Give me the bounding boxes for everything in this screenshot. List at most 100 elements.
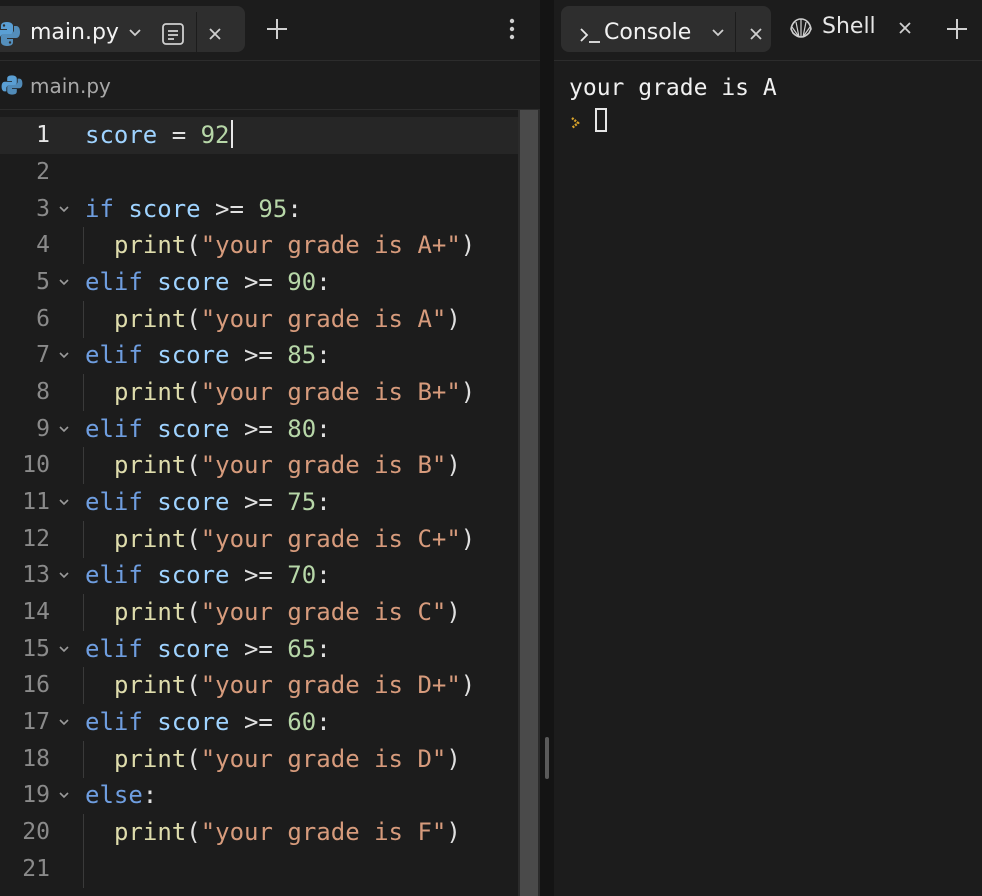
more-options-icon[interactable]: [500, 14, 524, 44]
token-paren: (: [186, 524, 201, 553]
fold-chevron-icon[interactable]: [56, 714, 72, 730]
token-variable: score: [157, 561, 230, 589]
line-number: 13: [22, 562, 50, 588]
code-text: else:: [85, 777, 157, 814]
code-line[interactable]: 4 print("your grade is A+"): [0, 227, 518, 264]
code-line[interactable]: 15 elif score >= 65:: [0, 631, 518, 668]
fold-chevron-icon[interactable]: [56, 421, 72, 437]
code-line[interactable]: 6 print("your grade is A"): [0, 300, 518, 338]
token-paren: (: [186, 304, 201, 333]
fold-chevron-icon[interactable]: [56, 347, 72, 363]
close-icon[interactable]: [745, 23, 767, 45]
line-number: 18: [22, 745, 50, 772]
editor-scrollbar[interactable]: [518, 110, 540, 896]
code-line[interactable]: 1 score = 92: [0, 117, 518, 154]
close-icon[interactable]: [894, 17, 916, 39]
fold-chevron-icon[interactable]: [56, 274, 72, 290]
token-colon: :: [316, 561, 331, 589]
token-variable: score: [157, 268, 230, 296]
token-keyword: elif: [85, 414, 143, 443]
code-line[interactable]: 5 elif score >= 90:: [0, 264, 518, 301]
code-text: print("your grade is B+"): [85, 374, 475, 411]
token-number: 92: [200, 121, 230, 149]
close-icon[interactable]: [204, 23, 226, 45]
token-operator: >=: [229, 488, 288, 516]
token-keyword: elif: [85, 561, 143, 589]
code-text: score = 92: [85, 117, 233, 154]
code-line[interactable]: 12 print("your grade is C+"): [0, 520, 518, 558]
fold-chevron-icon[interactable]: [56, 201, 72, 217]
code-line[interactable]: 18 print("your grade is D"): [0, 740, 518, 778]
line-number: 10: [22, 452, 50, 478]
token-paren: (: [186, 671, 201, 699]
code-line[interactable]: 20 print("your grade is F"): [0, 814, 518, 851]
code-text: print("your grade is A"): [85, 301, 461, 338]
code-line[interactable]: 7 elif score >= 85:: [0, 337, 518, 374]
code-text: print("your grade is D+"): [85, 667, 475, 704]
line-number: 3: [36, 195, 50, 222]
chevron-down-icon[interactable]: [125, 22, 145, 42]
code-line[interactable]: 2: [0, 154, 518, 191]
token-colon: :: [316, 268, 331, 296]
indent-guide: [83, 740, 84, 778]
token-operator: >=: [229, 268, 288, 296]
token-paren: ): [460, 671, 476, 699]
token-number: 90: [287, 268, 317, 296]
token-operator: >=: [200, 194, 259, 223]
code-line[interactable]: 13 elif score >= 70:: [0, 557, 518, 594]
scrollbar-thumb[interactable]: [520, 110, 538, 896]
token-string: "your grade is C+": [200, 524, 461, 553]
line-number: 15: [22, 635, 50, 662]
token-string: "your grade is B+": [200, 378, 461, 406]
code-line[interactable]: 21: [0, 850, 518, 888]
add-tab-icon[interactable]: [944, 16, 970, 42]
token-paren: ): [446, 304, 461, 333]
add-tab-icon[interactable]: [264, 16, 290, 42]
token-paren: (: [186, 451, 201, 479]
code-text: print("your grade is C"): [85, 594, 461, 631]
resize-handle[interactable]: [545, 737, 549, 779]
fold-chevron-icon[interactable]: [56, 494, 72, 510]
token-number: 80: [287, 414, 317, 443]
text-cursor: [230, 120, 233, 148]
code-text: elif score >= 90:: [85, 264, 331, 301]
chevron-down-icon[interactable]: [708, 22, 728, 42]
tab-console[interactable]: Console: [561, 6, 771, 58]
tab-title: Console: [604, 20, 692, 45]
token-function: print: [114, 598, 187, 626]
fold-chevron-icon[interactable]: [56, 787, 72, 803]
breadcrumb-file[interactable]: main.py: [30, 74, 111, 98]
token-number: 70: [287, 561, 317, 589]
token-number: 85: [287, 341, 317, 369]
token-function: print: [114, 671, 187, 699]
code-editor[interactable]: 1 score = 92 2 3 if score >= 95: 4 print…: [0, 110, 518, 896]
token-operator: =: [157, 121, 201, 149]
code-line[interactable]: 11 elif score >= 75:: [0, 484, 518, 521]
indent-guide: [83, 667, 84, 704]
terminal-prompt-icon: [580, 28, 600, 43]
line-number: 4: [36, 232, 50, 258]
code-text: elif score >= 85:: [85, 337, 331, 374]
token-variable: score: [157, 634, 230, 663]
token-paren: ): [446, 598, 461, 626]
token-colon: :: [316, 414, 331, 443]
code-line[interactable]: 3 if score >= 95:: [0, 191, 518, 228]
fold-chevron-icon[interactable]: [56, 567, 72, 583]
code-line[interactable]: 9 elif score >= 80:: [0, 411, 518, 448]
code-line[interactable]: 16 print("your grade is D+"): [0, 667, 518, 704]
console-input-cursor[interactable]: [595, 108, 607, 132]
code-line[interactable]: 14 print("your grade is C"): [0, 594, 518, 631]
token-colon: :: [142, 781, 158, 809]
tab-separator: [735, 12, 736, 58]
code-line[interactable]: 10 print("your grade is B"): [0, 447, 518, 484]
code-line[interactable]: 8 print("your grade is B+"): [0, 374, 518, 411]
line-number: 12: [22, 525, 50, 552]
code-line[interactable]: 19 else:: [0, 777, 518, 814]
file-outline-icon[interactable]: [160, 21, 186, 47]
tab-main-py[interactable]: main.py: [0, 6, 245, 58]
code-line[interactable]: 17 elif score >= 60:: [0, 704, 518, 741]
breadcrumb[interactable]: main.py: [0, 61, 540, 110]
indent-guide: [83, 447, 84, 484]
line-number: 20: [22, 819, 50, 845]
fold-chevron-icon[interactable]: [56, 641, 72, 657]
